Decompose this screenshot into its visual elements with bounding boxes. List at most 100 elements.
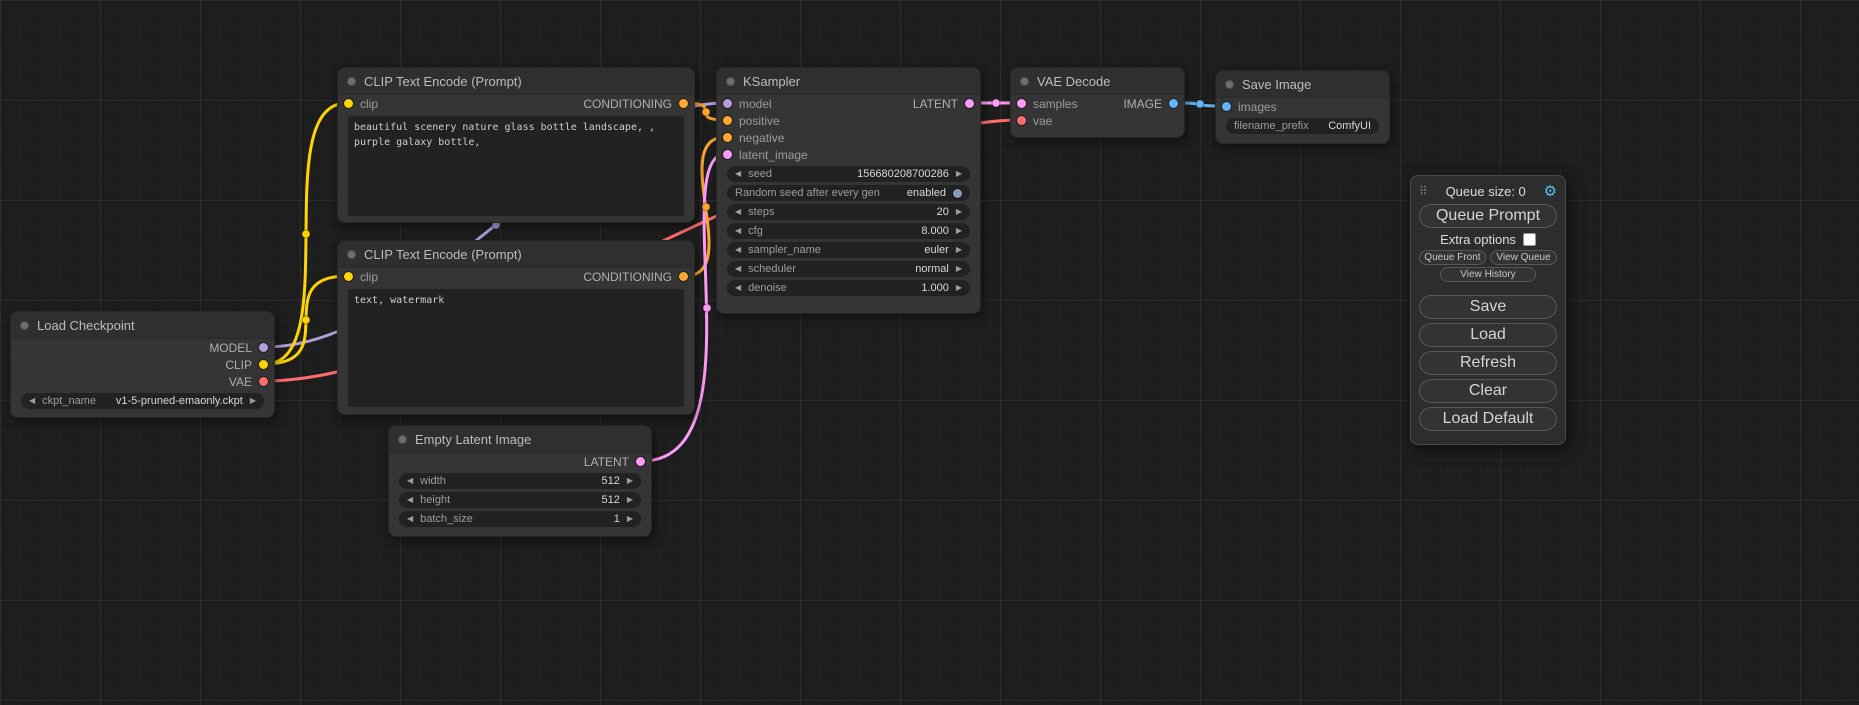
output-slot-latent[interactable] — [636, 457, 645, 466]
input-slot-latent-image[interactable] — [723, 150, 732, 159]
input-slot-positive[interactable] — [723, 116, 732, 125]
node-title-bar[interactable]: CLIP Text Encode (Prompt) — [338, 241, 694, 268]
decrement-arrow-icon[interactable]: ◀ — [407, 515, 413, 523]
queue-prompt-button[interactable]: Queue Prompt — [1419, 204, 1557, 228]
increment-arrow-icon[interactable]: ▶ — [956, 208, 962, 216]
node-title-bar[interactable]: Empty Latent Image — [389, 426, 651, 453]
decrement-arrow-icon[interactable]: ◀ — [407, 477, 413, 485]
queue-front-button[interactable]: Queue Front — [1419, 250, 1486, 265]
widget-value: 156680208700286 — [857, 168, 949, 180]
link-midpoint-dot — [702, 203, 710, 211]
node-save-image[interactable]: Save Image images filename_prefix ComfyU… — [1215, 70, 1390, 144]
node-load-checkpoint[interactable]: Load Checkpoint MODEL CLIP VAE ◀ ckpt_na… — [10, 311, 275, 418]
queue-buttons-row: Queue Front View Queue — [1419, 250, 1557, 265]
decrement-arrow-icon[interactable]: ◀ — [735, 265, 741, 273]
link-midpoint-dot — [302, 230, 310, 238]
refresh-button[interactable]: Refresh — [1419, 351, 1557, 375]
input-slot-samples[interactable] — [1017, 99, 1026, 108]
widget-random-seed-toggle[interactable]: Random seed after every gen enabled — [727, 185, 970, 201]
view-queue-button[interactable]: View Queue — [1490, 250, 1557, 265]
link-midpoint-dot — [992, 99, 1000, 107]
decrement-arrow-icon[interactable]: ◀ — [735, 170, 741, 178]
input-slot-images[interactable] — [1222, 102, 1231, 111]
node-ksampler[interactable]: KSampler model LATENT positive negative … — [716, 67, 981, 314]
collapse-dot[interactable] — [726, 77, 735, 86]
widget-label: cfg — [748, 225, 763, 237]
node-clip-text-encode-negative[interactable]: CLIP Text Encode (Prompt) clip CONDITION… — [337, 240, 695, 415]
widget-denoise[interactable]: ◀ denoise 1.000 ▶ — [727, 280, 970, 296]
widget-value: euler — [924, 244, 948, 256]
increment-arrow-icon[interactable]: ▶ — [627, 515, 633, 523]
input-slot-clip[interactable] — [344, 99, 353, 108]
node-empty-latent-image[interactable]: Empty Latent Image LATENT ◀ width 512 ▶ … — [388, 425, 652, 537]
load-default-button[interactable]: Load Default — [1419, 407, 1557, 431]
decrement-arrow-icon[interactable]: ◀ — [735, 284, 741, 292]
collapse-dot[interactable] — [1020, 77, 1029, 86]
input-slot-vae[interactable] — [1017, 116, 1026, 125]
widget-width[interactable]: ◀ width 512 ▶ — [399, 473, 641, 489]
widget-steps[interactable]: ◀ steps 20 ▶ — [727, 204, 970, 220]
negative-prompt-textarea[interactable]: text, watermark — [348, 289, 684, 407]
increment-arrow-icon[interactable]: ▶ — [250, 397, 256, 405]
view-history-button[interactable]: View History — [1440, 267, 1536, 282]
widget-cfg[interactable]: ◀ cfg 8.000 ▶ — [727, 223, 970, 239]
input-slot-negative[interactable] — [723, 133, 732, 142]
output-slot-model[interactable] — [259, 343, 268, 352]
widget-height[interactable]: ◀ height 512 ▶ — [399, 492, 641, 508]
widget-sampler-name[interactable]: ◀ sampler_name euler ▶ — [727, 242, 970, 258]
increment-arrow-icon[interactable]: ▶ — [627, 496, 633, 504]
widget-ckpt-name[interactable]: ◀ ckpt_name v1-5-pruned-emaonly.ckpt ▶ — [21, 393, 264, 409]
collapse-dot[interactable] — [347, 250, 356, 259]
output-label: VAE — [229, 375, 252, 389]
collapse-dot[interactable] — [347, 77, 356, 86]
node-canvas[interactable]: { "colors": { "MODEL": "#B39DDB", "CLIP"… — [0, 0, 1859, 705]
positive-prompt-textarea[interactable]: beautiful scenery nature glass bottle la… — [348, 116, 684, 216]
widget-filename-prefix[interactable]: filename_prefix ComfyUI — [1226, 118, 1379, 134]
node-title-bar[interactable]: VAE Decode — [1011, 68, 1184, 95]
widget-batch-size[interactable]: ◀ batch_size 1 ▶ — [399, 511, 641, 527]
node-clip-text-encode-positive[interactable]: CLIP Text Encode (Prompt) clip CONDITION… — [337, 67, 695, 223]
collapse-dot[interactable] — [398, 435, 407, 444]
node-title-bar[interactable]: CLIP Text Encode (Prompt) — [338, 68, 694, 95]
decrement-arrow-icon[interactable]: ◀ — [407, 496, 413, 504]
output-slot-vae[interactable] — [259, 377, 268, 386]
node-title-bar[interactable]: Save Image — [1216, 71, 1389, 98]
increment-arrow-icon[interactable]: ▶ — [956, 284, 962, 292]
decrement-arrow-icon[interactable]: ◀ — [735, 227, 741, 235]
decrement-arrow-icon[interactable]: ◀ — [735, 208, 741, 216]
save-button[interactable]: Save — [1419, 295, 1557, 319]
output-slot-clip[interactable] — [259, 360, 268, 369]
output-slot-conditioning[interactable] — [679, 99, 688, 108]
collapse-dot[interactable] — [20, 321, 29, 330]
load-button[interactable]: Load — [1419, 323, 1557, 347]
widget-scheduler[interactable]: ◀ scheduler normal ▶ — [727, 261, 970, 277]
widget-seed[interactable]: ◀ seed 156680208700286 ▶ — [727, 166, 970, 182]
node-title-bar[interactable]: Load Checkpoint — [11, 312, 274, 339]
increment-arrow-icon[interactable]: ▶ — [956, 170, 962, 178]
output-label: CLIP — [225, 358, 252, 372]
increment-arrow-icon[interactable]: ▶ — [956, 265, 962, 273]
clear-button[interactable]: Clear — [1419, 379, 1557, 403]
drag-handle-icon[interactable]: ⠿ — [1419, 184, 1428, 198]
output-slot-image[interactable] — [1169, 99, 1178, 108]
increment-arrow-icon[interactable]: ▶ — [956, 246, 962, 254]
collapse-dot[interactable] — [1225, 80, 1234, 89]
widget-label: width — [420, 475, 446, 487]
input-slot-clip[interactable] — [344, 272, 353, 281]
extra-options-checkbox[interactable] — [1523, 233, 1536, 246]
node-title: CLIP Text Encode (Prompt) — [364, 247, 522, 262]
settings-gear-icon[interactable]: ⚙ — [1544, 182, 1557, 200]
output-slot-latent[interactable] — [965, 99, 974, 108]
decrement-arrow-icon[interactable]: ◀ — [29, 397, 35, 405]
output-slot-conditioning[interactable] — [679, 272, 688, 281]
increment-arrow-icon[interactable]: ▶ — [956, 227, 962, 235]
slot-row: clip CONDITIONING — [338, 95, 694, 112]
node-vae-decode[interactable]: VAE Decode samples IMAGE vae — [1010, 67, 1185, 138]
increment-arrow-icon[interactable]: ▶ — [627, 477, 633, 485]
queue-menu-panel: ⠿ Queue size: 0 ⚙ Queue Prompt Extra opt… — [1410, 175, 1566, 445]
input-slot-model[interactable] — [723, 99, 732, 108]
decrement-arrow-icon[interactable]: ◀ — [735, 246, 741, 254]
toggle-dot[interactable] — [953, 189, 962, 198]
node-title-bar[interactable]: KSampler — [717, 68, 980, 95]
node-title: CLIP Text Encode (Prompt) — [364, 74, 522, 89]
